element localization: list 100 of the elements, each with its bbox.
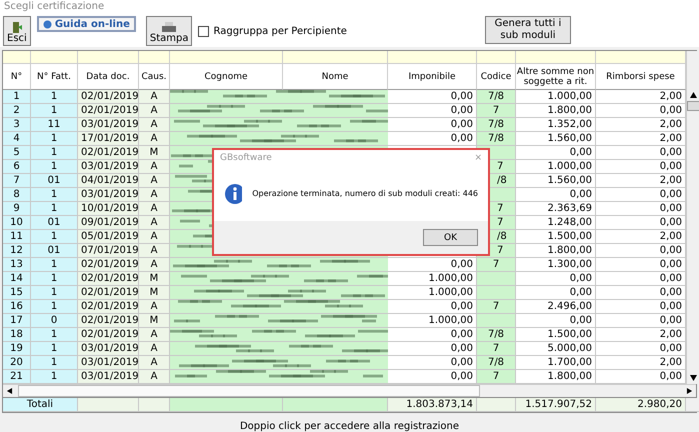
table-cell: 2,00 xyxy=(596,174,686,188)
ok-button[interactable]: OK xyxy=(423,229,478,246)
table-cell: 17/01/2019 xyxy=(78,132,139,146)
window-title: Scegli certificazione xyxy=(0,0,699,15)
table-cell: 02/01/2019 xyxy=(78,328,139,342)
table-cell: 1 xyxy=(31,328,78,342)
table-cell: 0,00 xyxy=(596,300,686,314)
table-cell: 0,00 xyxy=(596,286,686,300)
table-cell: 7 xyxy=(477,370,516,384)
table-cell: 01 xyxy=(31,244,78,258)
table-cell: 1.300,00 xyxy=(516,258,596,272)
filter-cell[interactable] xyxy=(516,51,596,64)
column-header[interactable]: Cognome xyxy=(170,64,283,90)
table-cell: 1.500,00 xyxy=(516,230,596,244)
filter-cell[interactable] xyxy=(477,51,516,64)
table-cell: 0 xyxy=(31,314,78,328)
table-cell: 02/01/2019 xyxy=(78,272,139,286)
table-cell: 10/01/2019 xyxy=(78,202,139,216)
table-cell: 1 xyxy=(31,104,78,118)
table-cell: 0,00 xyxy=(596,342,686,356)
table-cell: 2,00 xyxy=(596,118,686,132)
table-cell: A xyxy=(139,174,170,188)
table-cell: 0,00 xyxy=(596,216,686,230)
table-cell: 1.803.873,14 xyxy=(388,398,477,412)
scroll-up-icon[interactable] xyxy=(690,92,697,98)
filter-cell[interactable] xyxy=(139,51,170,64)
column-header[interactable]: Rimborsi spese xyxy=(596,64,686,90)
filter-cell[interactable] xyxy=(78,51,139,64)
table-cell: 11 xyxy=(31,118,78,132)
table-cell: 7 xyxy=(477,258,516,272)
table-cell: 1.000,00 xyxy=(516,90,596,104)
table-cell: 0,00 xyxy=(596,146,686,160)
scroll-right-icon[interactable] xyxy=(686,388,693,394)
table-cell: 0,00 xyxy=(388,118,477,132)
table-cell: A xyxy=(139,342,170,356)
filter-cell[interactable] xyxy=(31,51,78,64)
table-cell: 2 xyxy=(3,104,31,118)
filter-cell[interactable] xyxy=(170,51,283,64)
scrollbar-thumb[interactable] xyxy=(687,101,699,111)
table-cell: 19 xyxy=(3,342,31,356)
table-cell: 1 xyxy=(31,230,78,244)
table-cell: 1 xyxy=(31,258,78,272)
table-cell: A xyxy=(139,328,170,342)
table-cell: 1.352,00 xyxy=(516,118,596,132)
table-cell: A xyxy=(139,370,170,384)
table-cell: 2,00 xyxy=(596,132,686,146)
filter-cell[interactable] xyxy=(3,51,31,64)
table-cell: 0,00 xyxy=(596,258,686,272)
table-cell: 0,00 xyxy=(516,314,596,328)
table-cell xyxy=(477,314,516,328)
column-header[interactable]: Altre somme non soggette a rit. xyxy=(516,64,596,90)
column-header[interactable]: Codice xyxy=(477,64,516,90)
status-text: Doppio click per accedere alla registrazione xyxy=(238,421,460,432)
table-cell: 03/01/2019 xyxy=(78,370,139,384)
generate-button[interactable]: Genera tutti i sub moduli xyxy=(484,16,571,44)
group-checkbox[interactable] xyxy=(198,26,210,37)
table-cell: 21 xyxy=(3,370,31,384)
exit-button[interactable]: Esci xyxy=(3,16,31,46)
table-cell: 03/01/2019 xyxy=(78,356,139,370)
table-cell: 1.800,00 xyxy=(516,104,596,118)
globe-icon xyxy=(42,20,52,28)
table-cell: 1 xyxy=(31,342,78,356)
totals-label: Totali xyxy=(3,398,78,412)
column-header[interactable]: Data doc. xyxy=(78,64,139,90)
table-cell: 3 xyxy=(3,118,31,132)
filter-cell[interactable] xyxy=(283,51,388,64)
filter-cell[interactable] xyxy=(388,51,477,64)
dialog-title: GBsoftware xyxy=(220,153,272,163)
table-cell: 09/01/2019 xyxy=(78,216,139,230)
table-cell: 03/01/2019 xyxy=(78,160,139,174)
table-cell: 0,00 xyxy=(388,356,477,370)
table-cell: 15 xyxy=(3,286,31,300)
filter-cell[interactable] xyxy=(596,51,686,64)
table-cell: 0,00 xyxy=(596,314,686,328)
table-cell: 1 xyxy=(31,370,78,384)
scrollbar-thumb[interactable] xyxy=(18,385,480,397)
column-header[interactable]: Caus. xyxy=(139,64,170,90)
table-cell: A xyxy=(139,300,170,314)
table-cell: 0,00 xyxy=(388,370,477,384)
column-header[interactable]: N° xyxy=(3,64,31,90)
scroll-left-icon[interactable] xyxy=(6,388,13,394)
table-cell: 10 xyxy=(3,216,31,230)
scroll-down-icon[interactable] xyxy=(690,375,697,381)
table-cell: 0,00 xyxy=(388,90,477,104)
table-cell: 0,00 xyxy=(388,132,477,146)
column-header[interactable]: Nome xyxy=(283,64,388,90)
help-link[interactable]: Guida on-line xyxy=(36,16,136,32)
table-cell: 0,00 xyxy=(596,160,686,174)
table-cell: 0,00 xyxy=(596,202,686,216)
column-header[interactable]: Imponibile xyxy=(388,64,477,90)
checkbox-label: Raggruppa per Percipiente xyxy=(213,26,347,37)
table-cell: 0,00 xyxy=(516,286,596,300)
table-cell: 02/01/2019 xyxy=(78,146,139,160)
table-cell: 2,00 xyxy=(596,328,686,342)
table-cell: A xyxy=(139,216,170,230)
table-cell xyxy=(477,272,516,286)
print-button[interactable]: Stampa xyxy=(146,16,192,46)
table-cell: 1 xyxy=(31,356,78,370)
column-header[interactable]: N° Fatt. xyxy=(31,64,78,90)
table-cell: 1 xyxy=(31,146,78,160)
